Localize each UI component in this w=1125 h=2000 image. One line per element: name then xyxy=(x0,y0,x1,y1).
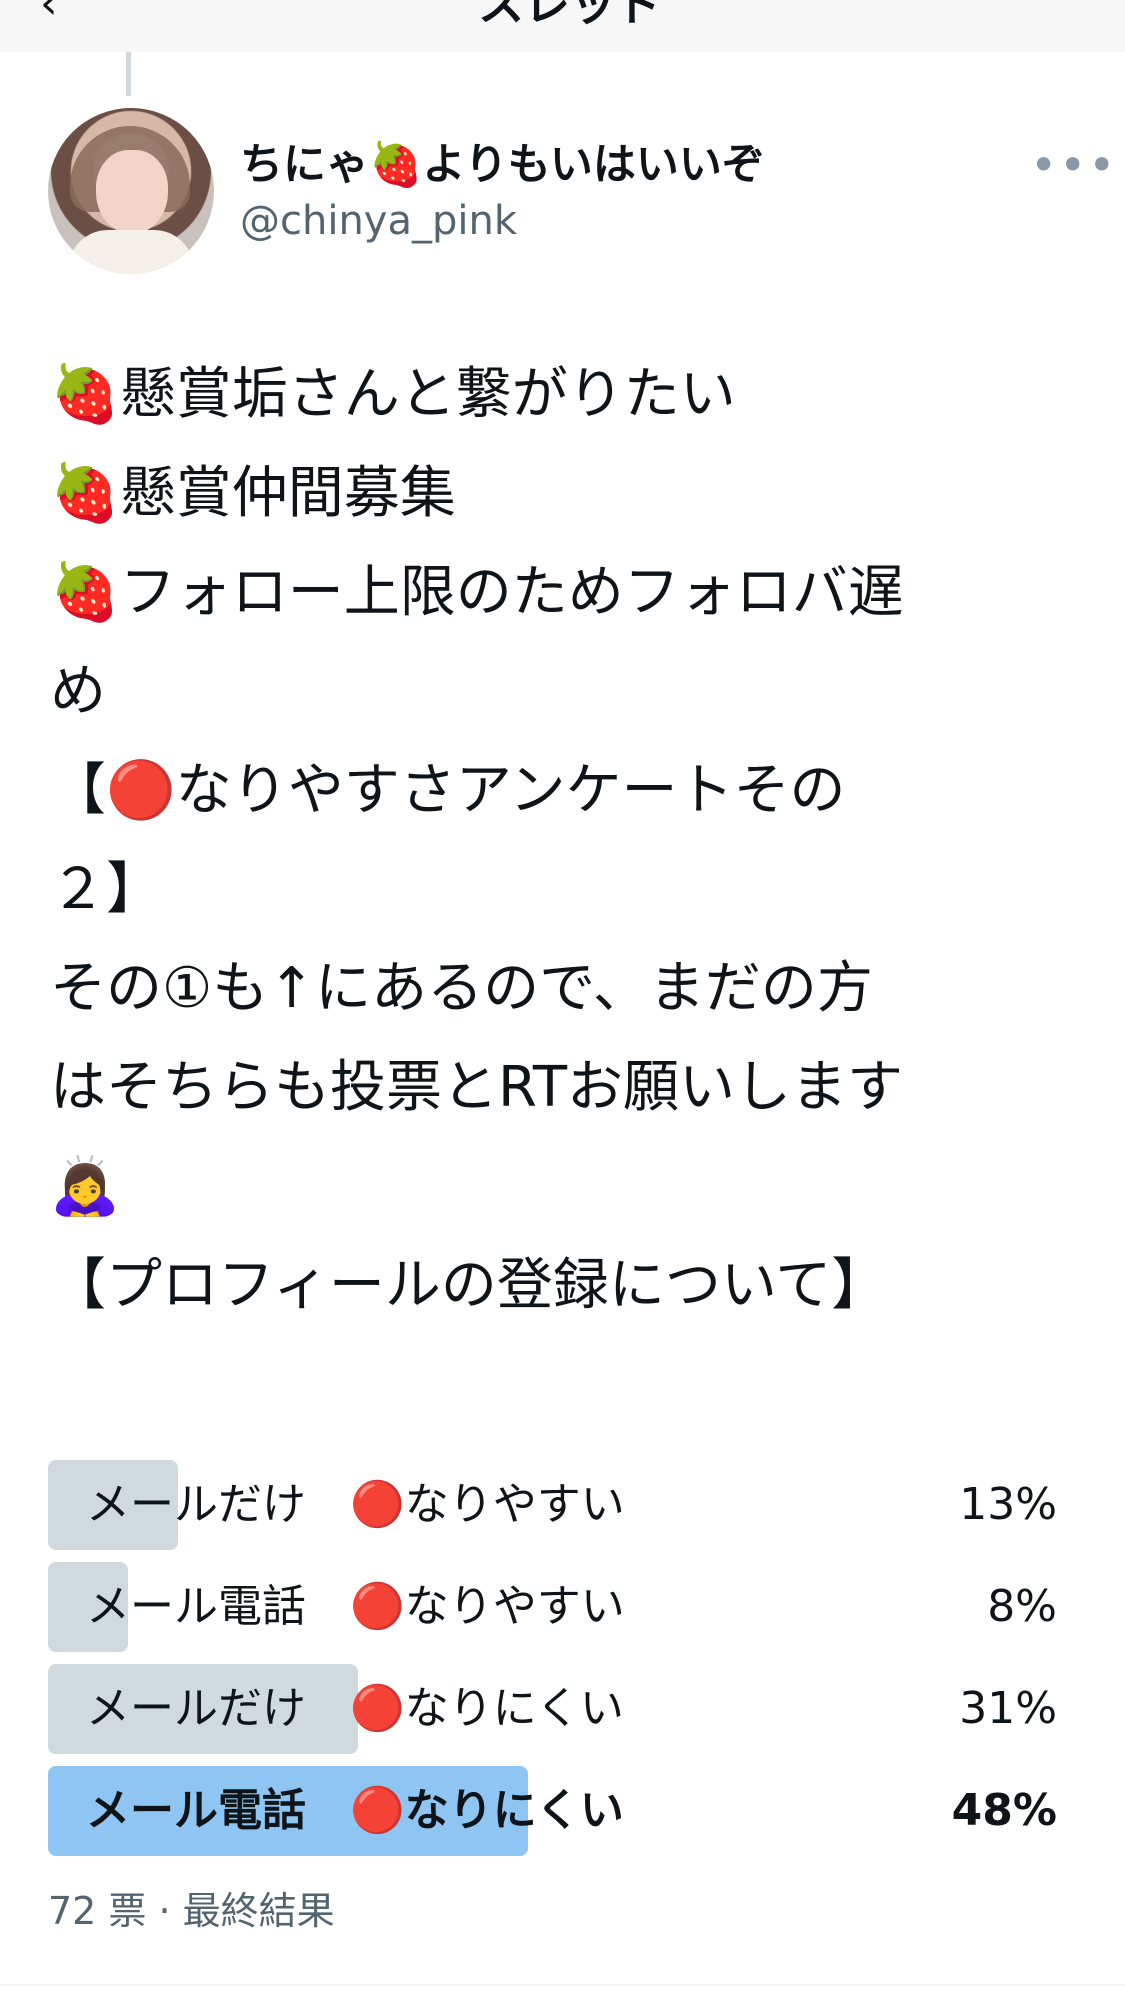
poll-option-percent: 31% xyxy=(959,1683,1057,1734)
tweet-line: 🍓懸賞仲間募集 xyxy=(50,461,456,526)
poll-option-percent: 8% xyxy=(987,1581,1057,1632)
poll-option: メールだけ 🔴なりにくい 31% xyxy=(48,1664,1057,1754)
tweet-text: 🍓懸賞垢さんと繋がりたい 🍓懸賞仲間募集 🍓フォロー上限のためフォロバ遅 め 【… xyxy=(50,345,1060,1335)
poll-option: メール電話 🔴なりにくい 48% xyxy=(48,1766,1057,1856)
avatar-face-shape xyxy=(96,150,168,234)
tweet-line: 🙇‍♀️ xyxy=(50,1154,120,1219)
page-title: スレッド xyxy=(478,0,662,31)
tweet-line: 🍓懸賞垢さんと繋がりたい xyxy=(50,362,736,427)
poll-vote-count-status: 72 票 · 最終結果 xyxy=(48,1889,335,1933)
poll-option-label: メール電話 🔴なりにくい xyxy=(86,1785,624,1836)
poll-option-label: メールだけ 🔴なりやすい xyxy=(86,1479,625,1530)
back-chevron-icon[interactable]: ‹ xyxy=(40,0,58,29)
avatar-shirt-shape xyxy=(68,230,194,274)
tweet-line: め xyxy=(50,659,106,724)
tweet-line: 🍓フォロー上限のためフォロバ遅 xyxy=(50,560,904,625)
poll-option: メール電話 🔴なりやすい 8% xyxy=(48,1562,1057,1652)
author-display-name[interactable]: ちにゃ🍓よりもいはいいぞ xyxy=(240,130,765,192)
top-navigation-bar: ‹ スレッド xyxy=(0,0,1125,52)
divider xyxy=(0,1984,1125,1986)
poll-option-label: メール電話 🔴なりやすい xyxy=(86,1581,625,1632)
tweet-line: はそちらも投票とRTお願いします xyxy=(50,1055,904,1120)
avatar[interactable] xyxy=(48,108,214,274)
tweet-line: その①も↑にあるので、まだの方 xyxy=(50,956,873,1021)
poll-option: メールだけ 🔴なりやすい 13% xyxy=(48,1460,1057,1550)
poll: メールだけ 🔴なりやすい 13% メール電話 🔴なりやすい 8% メールだけ 🔴… xyxy=(48,1460,1057,1868)
tweet-line: 【🔴なりやすさアンケートその xyxy=(50,758,846,823)
tweet-line: ２】 xyxy=(50,857,162,922)
thread-connector-line xyxy=(126,52,131,96)
poll-option-percent: 13% xyxy=(959,1479,1057,1530)
poll-option-percent: 48% xyxy=(951,1785,1057,1836)
more-options-icon[interactable]: ••• xyxy=(1030,138,1117,192)
poll-option-label: メールだけ 🔴なりにくい xyxy=(86,1683,624,1734)
author-handle[interactable]: @chinya_pink xyxy=(240,198,517,244)
tweet-line: 【プロフィールの登録について】 xyxy=(50,1253,888,1318)
